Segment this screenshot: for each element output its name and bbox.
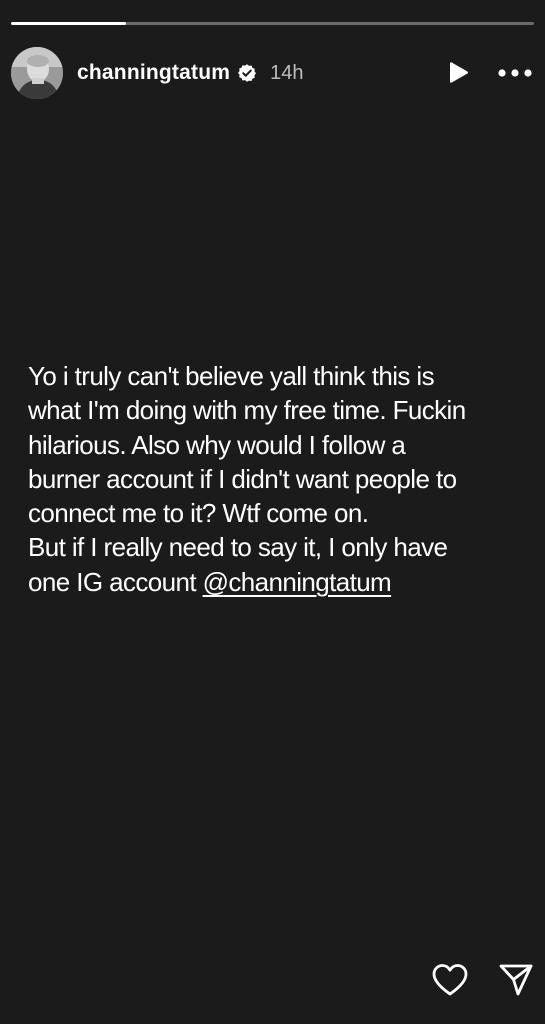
share-button[interactable] xyxy=(496,960,536,1000)
avatar-image xyxy=(11,47,63,99)
post-timestamp: 14h xyxy=(270,61,304,84)
story-progress-bar xyxy=(11,22,534,25)
more-options-icon xyxy=(498,69,532,77)
story-text-line: Yo i truly can't believe yall think this… xyxy=(28,361,435,391)
like-button[interactable] xyxy=(430,960,470,1000)
avatar[interactable] xyxy=(11,47,63,99)
mention-link[interactable]: @channingtatum xyxy=(203,567,392,597)
send-icon xyxy=(499,964,533,996)
username[interactable]: channingtatum xyxy=(77,61,230,85)
story-text: Yo i truly can't believe yall think this… xyxy=(28,359,538,599)
story-progress-fill xyxy=(11,22,127,25)
verified-badge-icon xyxy=(237,63,257,83)
story-text-line: connect me to it? Wtf come on. xyxy=(28,498,369,529)
story-text-line: hilarious. Also why would I follow a xyxy=(28,429,406,460)
story-text-prefix: one IG account xyxy=(28,566,203,597)
story-text-line: burner account if I didn't want people t… xyxy=(28,463,457,494)
play-button[interactable] xyxy=(443,58,473,88)
story-header: channingtatum 14h xyxy=(11,46,533,100)
story-text-line: But if I really need to say it, I only h… xyxy=(28,532,448,563)
heart-icon xyxy=(432,964,468,996)
more-options-button[interactable] xyxy=(497,58,533,88)
story-text-line: what I'm doing with my free time. Fuckin xyxy=(28,395,466,426)
play-icon xyxy=(450,62,468,83)
story-text-last-line: one IG account @channingtatum xyxy=(28,565,538,599)
